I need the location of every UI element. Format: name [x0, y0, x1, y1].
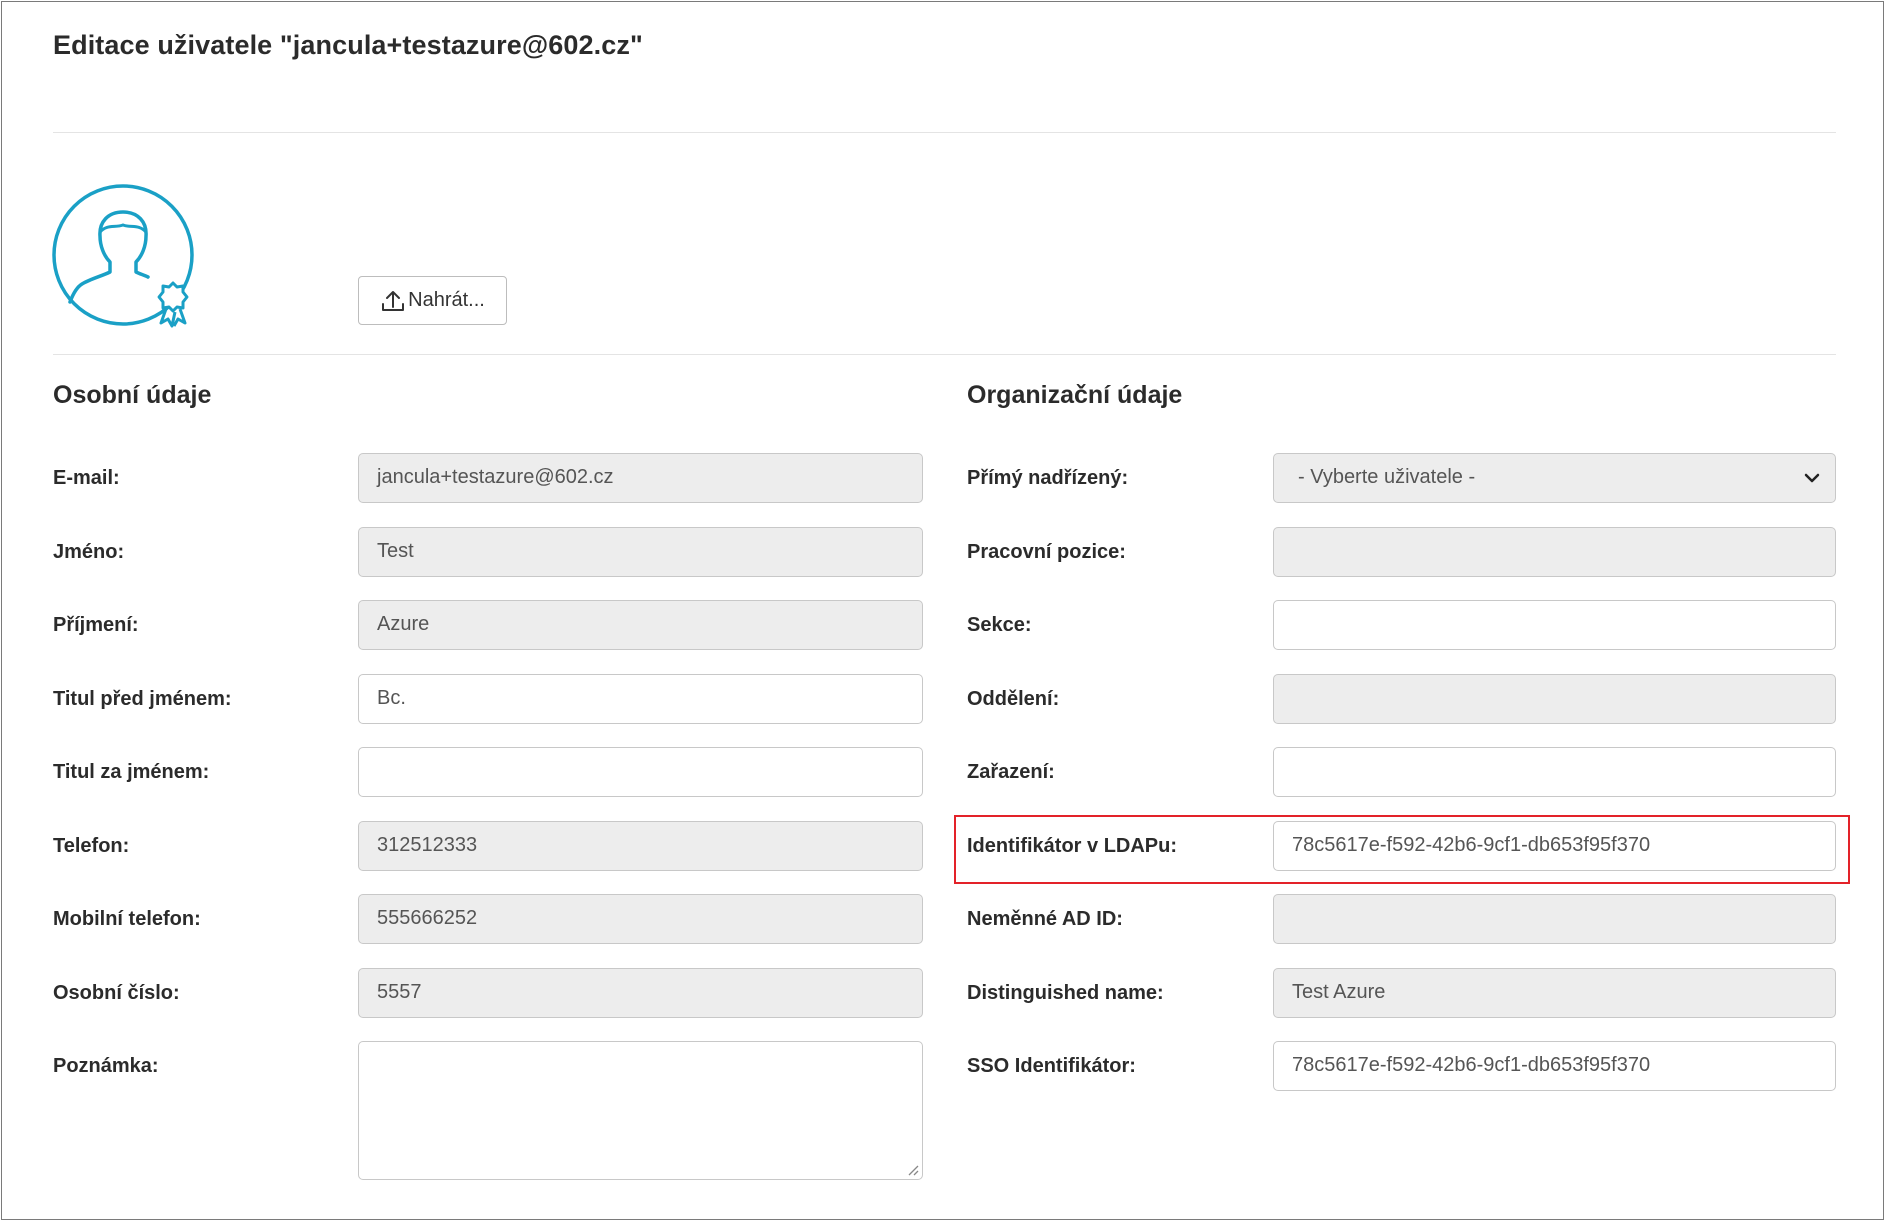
- title-before-field[interactable]: Bc.: [358, 674, 923, 724]
- manager-label: Přímý nadřízený:: [967, 467, 1129, 489]
- resize-grip-icon[interactable]: [907, 1164, 919, 1176]
- upload-icon: [382, 290, 405, 311]
- personal-section-title: Osobní údaje: [53, 381, 212, 409]
- upload-button[interactable]: Nahrát...: [358, 276, 507, 325]
- email-label: E-mail:: [53, 467, 120, 489]
- classification-field[interactable]: [1273, 747, 1836, 797]
- divider: [53, 132, 1836, 133]
- personal-number-label: Osobní číslo:: [53, 982, 180, 1004]
- mobile-label: Mobilní telefon:: [53, 908, 201, 930]
- distinguished-name-label: Distinguished name:: [967, 982, 1164, 1004]
- section-label: Sekce:: [967, 614, 1032, 636]
- divider: [53, 354, 1836, 355]
- immutable-ad-id-field[interactable]: [1273, 894, 1836, 944]
- last-name-label: Příjmení:: [53, 614, 139, 636]
- phone-field[interactable]: 312512333: [358, 821, 923, 871]
- note-textarea[interactable]: [358, 1041, 923, 1180]
- last-name-field[interactable]: Azure: [358, 600, 923, 650]
- distinguished-name-field[interactable]: Test Azure: [1273, 968, 1836, 1018]
- organization-section-title: Organizační údaje: [967, 381, 1183, 409]
- page-title: Editace uživatele "jancula+testazure@602…: [53, 30, 643, 60]
- upload-button-label: Nahrát...: [408, 289, 485, 311]
- chevron-down-icon: [1804, 473, 1820, 483]
- ldap-id-field[interactable]: 78c5617e-f592-42b6-9cf1-db653f95f370: [1273, 821, 1836, 871]
- position-label: Pracovní pozice:: [967, 541, 1126, 563]
- mobile-field[interactable]: 555666252: [358, 894, 923, 944]
- department-field[interactable]: [1273, 674, 1836, 724]
- first-name-field[interactable]: Test: [358, 527, 923, 577]
- personal-number-field[interactable]: 5557: [358, 968, 923, 1018]
- phone-label: Telefon:: [53, 835, 130, 857]
- position-field[interactable]: [1273, 527, 1836, 577]
- department-label: Oddělení:: [967, 688, 1060, 710]
- ldap-id-label: Identifikátor v LDAPu:: [967, 835, 1178, 857]
- immutable-ad-id-label: Neměnné AD ID:: [967, 908, 1123, 930]
- note-label: Poznámka:: [53, 1055, 159, 1077]
- title-after-label: Titul za jménem:: [53, 761, 210, 783]
- user-certified-avatar-icon: [52, 184, 194, 328]
- email-field[interactable]: jancula+testazure@602.cz: [358, 453, 923, 503]
- classification-label: Zařazení:: [967, 761, 1055, 783]
- sso-id-field[interactable]: 78c5617e-f592-42b6-9cf1-db653f95f370: [1273, 1041, 1836, 1091]
- first-name-label: Jméno:: [53, 541, 125, 563]
- section-field[interactable]: [1273, 600, 1836, 650]
- manager-select[interactable]: - Vyberte uživatele -: [1273, 453, 1836, 503]
- manager-selected-value: - Vyberte uživatele -: [1298, 466, 1476, 488]
- title-before-label: Titul před jménem:: [53, 688, 232, 710]
- title-after-field[interactable]: [358, 747, 923, 797]
- sso-id-label: SSO Identifikátor:: [967, 1055, 1136, 1077]
